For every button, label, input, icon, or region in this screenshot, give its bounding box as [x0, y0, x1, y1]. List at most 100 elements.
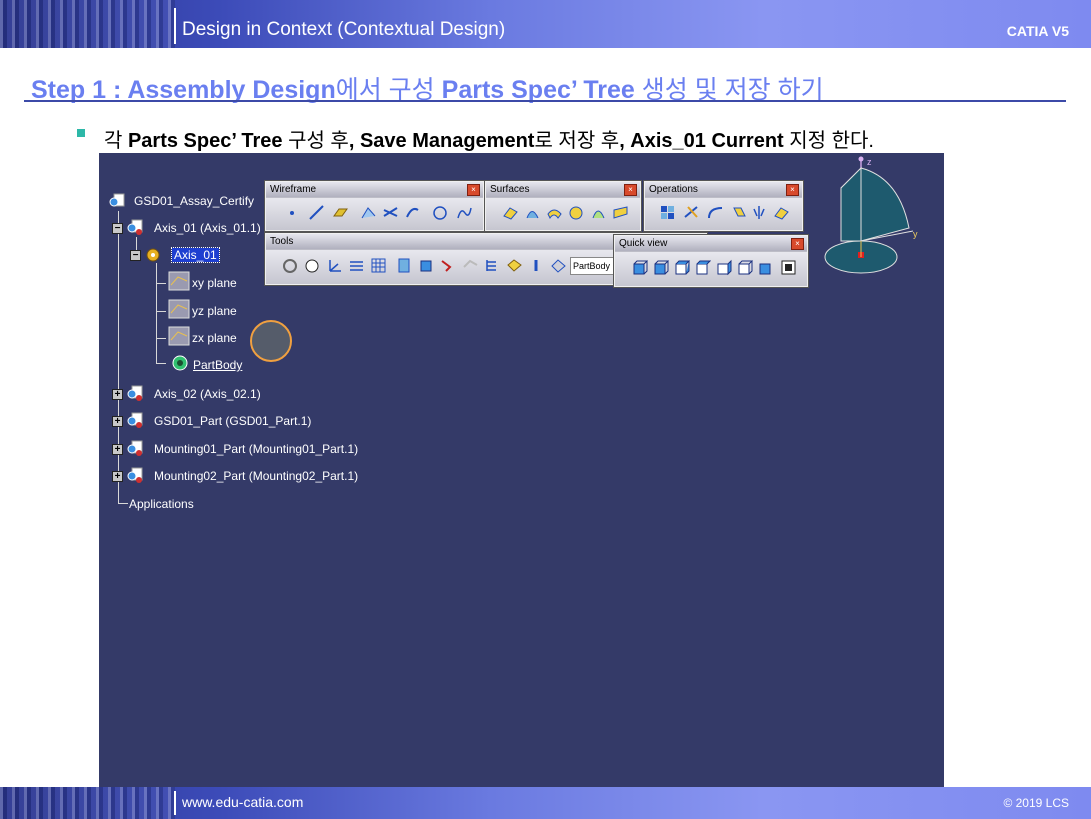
component-icon — [127, 412, 143, 428]
update-icon[interactable] — [282, 257, 299, 274]
fill-icon[interactable] — [568, 204, 585, 221]
projection-icon[interactable] — [360, 204, 377, 221]
header-brand: CATIA V5 — [1006, 23, 1069, 39]
tree-yz-plane[interactable]: yz plane — [192, 304, 237, 318]
view-cube-icon[interactable] — [757, 259, 774, 276]
wireframe-toolbar[interactable]: Wireframe × — [265, 181, 484, 231]
view-cube-icon[interactable] — [715, 259, 732, 276]
view-cube-icon[interactable] — [631, 259, 648, 276]
operations-toolbar[interactable]: Operations × — [644, 181, 803, 231]
surfaces-toolbar-label: Surfaces — [490, 184, 530, 195]
tree-applications[interactable]: Applications — [129, 497, 194, 511]
surfaces-toolbar[interactable]: Surfaces × — [485, 181, 641, 231]
circle-icon[interactable] — [432, 204, 449, 221]
revolve-icon[interactable] — [524, 204, 541, 221]
catia-viewport[interactable]: GSD01_Assay_Certify − Axis_01 (Axis_01.1… — [99, 153, 944, 787]
join-icon[interactable] — [659, 204, 676, 221]
tree-line-part — [156, 263, 157, 363]
sweep-icon[interactable] — [546, 204, 563, 221]
footer-copyright: © 2019 LCS — [1003, 796, 1069, 810]
tree-xy-plane[interactable]: xy plane — [192, 276, 237, 290]
product-icon — [109, 193, 125, 207]
catalog-icon[interactable] — [484, 257, 501, 274]
named-views-icon[interactable] — [780, 259, 797, 276]
header-band: Design in Context (Contextual Design) CA… — [0, 0, 1091, 48]
quickview-toolbar-body — [615, 252, 807, 286]
view-cube-icon[interactable] — [736, 259, 753, 276]
quickview-toolbar-title[interactable]: Quick view × — [615, 236, 807, 251]
plane-tool-icon[interactable] — [332, 204, 349, 221]
view-cube-icon[interactable] — [694, 259, 711, 276]
body-icon[interactable] — [550, 257, 567, 274]
bullet-p2: 구성 후 — [282, 130, 349, 152]
loft-icon[interactable] — [590, 204, 607, 221]
view-cube-icon[interactable] — [673, 259, 690, 276]
plane-icon — [168, 299, 190, 319]
close-icon[interactable]: × — [624, 184, 637, 196]
operations-toolbar-title[interactable]: Operations × — [645, 182, 802, 197]
intersection-icon[interactable] — [382, 204, 399, 221]
tree-line-partbody — [156, 363, 166, 364]
view-cube-icon[interactable] — [652, 259, 669, 276]
grid-icon[interactable] — [370, 257, 387, 274]
blend-icon[interactable] — [612, 204, 629, 221]
bullet-b1: Parts Spec’ Tree — [127, 130, 283, 152]
tree-root[interactable]: GSD01_Assay_Certify — [134, 194, 254, 208]
surfaces-toolbar-title[interactable]: Surfaces × — [486, 182, 640, 197]
point-icon[interactable] — [284, 204, 301, 221]
tree-partbody[interactable]: PartBody — [193, 358, 242, 372]
wireframe-toolbar-title[interactable]: Wireframe × — [266, 182, 483, 197]
mouse-cursor-highlight — [250, 320, 292, 362]
transform-icon[interactable] — [731, 204, 748, 221]
line-icon[interactable] — [308, 204, 325, 221]
part-gear-icon — [146, 248, 160, 262]
quickview-toolbar[interactable]: Quick view × — [614, 235, 808, 287]
wireframe-toolbar-label: Wireframe — [270, 184, 317, 195]
compass-widget[interactable]: z y — [819, 153, 929, 283]
plane-icon — [168, 271, 190, 291]
tree-zx-plane[interactable]: zx plane — [192, 331, 237, 345]
close-icon[interactable]: × — [467, 184, 480, 196]
component-icon — [127, 440, 143, 456]
work-on-support-icon[interactable] — [348, 257, 365, 274]
component-icon — [127, 219, 143, 235]
tree-axis01[interactable]: Axis_01 (Axis_01.1) — [154, 221, 261, 235]
current-body-combo[interactable]: PartBody — [570, 257, 616, 275]
expand-icon[interactable]: + — [112, 444, 123, 455]
symmetry-icon[interactable] — [751, 204, 768, 221]
expand-icon[interactable]: + — [112, 416, 123, 427]
axis-system-icon[interactable] — [326, 257, 343, 274]
tree-axis02[interactable]: Axis_02 (Axis_02.1) — [154, 387, 261, 401]
fillet-icon[interactable] — [707, 204, 724, 221]
expand-icon[interactable]: + — [112, 471, 123, 482]
list-icon[interactable] — [528, 257, 545, 274]
footer-url[interactable]: www.edu-catia.com — [182, 794, 303, 810]
hand-icon[interactable] — [304, 257, 321, 274]
bullet-p3: 로 저장 후 — [534, 130, 620, 152]
tree-mounting02-part[interactable]: Mounting02_Part (Mounting02_Part.1) — [154, 469, 358, 483]
expand-icon[interactable]: + — [112, 389, 123, 400]
compass-y-label: y — [913, 229, 918, 239]
tree-gsd01-part[interactable]: GSD01_Part (GSD01_Part.1) — [154, 414, 311, 428]
knowledge-icon[interactable] — [506, 257, 523, 274]
tree-axis01-part[interactable]: Axis_01 — [171, 247, 220, 263]
split-icon[interactable] — [683, 204, 700, 221]
parallel-curve-icon[interactable] — [404, 204, 421, 221]
spline-icon[interactable] — [456, 204, 473, 221]
bullet-marker — [77, 129, 85, 137]
snap-icon[interactable] — [396, 257, 413, 274]
operations-toolbar-label: Operations — [649, 184, 698, 195]
collapse-icon[interactable]: − — [130, 250, 141, 261]
close-icon[interactable]: × — [786, 184, 799, 196]
cube-icon[interactable] — [418, 257, 435, 274]
rule-icon[interactable] — [440, 257, 457, 274]
extrapolate-icon[interactable] — [773, 204, 790, 221]
extrude-icon[interactable] — [502, 204, 519, 221]
tree-mounting01-part[interactable]: Mounting01_Part (Mounting01_Part.1) — [154, 442, 358, 456]
check-icon[interactable] — [462, 257, 479, 274]
footer-band: www.edu-catia.com © 2019 LCS — [0, 787, 1091, 819]
tree-line-zx — [156, 338, 166, 339]
bullet-p1: 각 — [104, 130, 128, 152]
collapse-icon[interactable]: − — [112, 223, 123, 234]
close-icon[interactable]: × — [791, 238, 804, 250]
